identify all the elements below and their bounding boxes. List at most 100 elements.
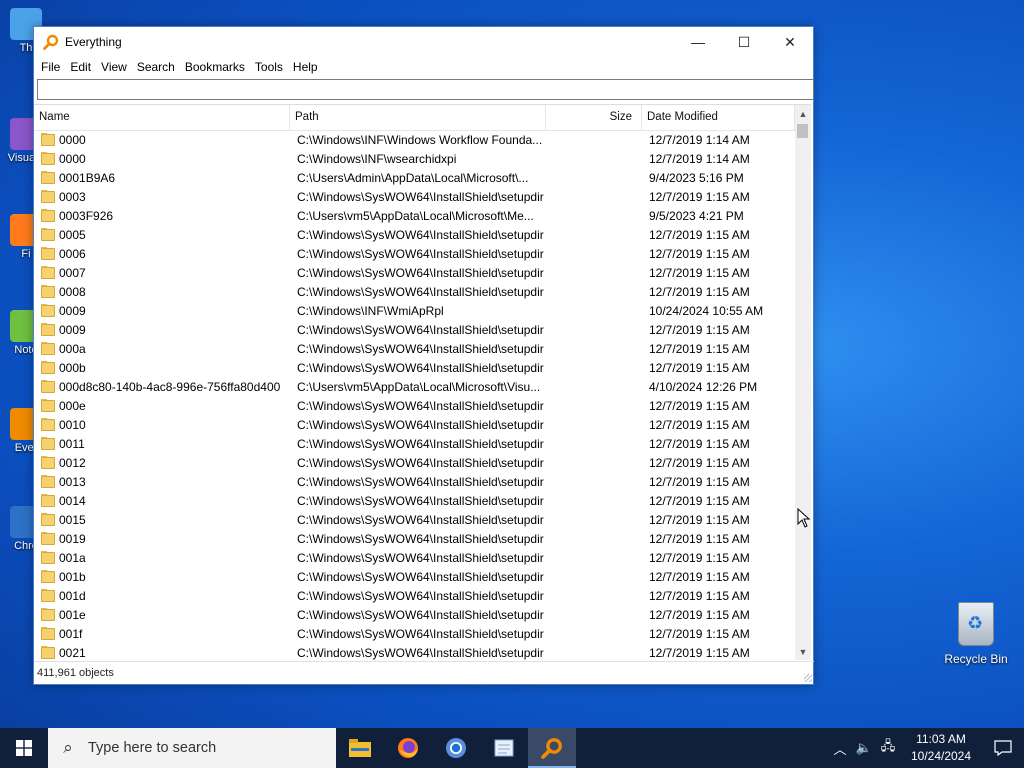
taskbar-firefox[interactable] [384,728,432,768]
object-count: 411,961 objects [37,667,114,679]
close-button[interactable]: ✕ [767,27,813,57]
taskbar-search-box[interactable]: ⌕ Type here to search [48,728,336,768]
file-name: 0009 [59,322,86,337]
cell-date-modified: 12/7/2019 1:15 AM [649,493,750,508]
column-date-modified[interactable]: Date Modified [642,105,795,130]
column-size[interactable]: Size [546,105,642,130]
cell-date-modified: 12/7/2019 1:15 AM [649,360,750,375]
search-input[interactable] [37,79,814,100]
scroll-up-icon[interactable]: ▲ [795,105,811,122]
cell-name: 0000 [34,151,290,166]
network-icon[interactable]: 🖧 [876,737,900,759]
table-row[interactable]: 0010 C:\Windows\SysWOW64\InstallShield\se… [34,415,797,434]
start-button[interactable] [0,728,48,768]
table-row[interactable]: 0003 C:\Windows\SysWOW64\InstallShield\se… [34,187,797,206]
table-row[interactable]: 0021 C:\Windows\SysWOW64\InstallShield\se… [34,643,797,660]
table-row[interactable]: 001b C:\Windows\SysWOW64\InstallShield\se… [34,567,797,586]
system-tray: ︿ 🔈 🖧 11:03 AM 10/24/2024 [828,728,1024,768]
recycle-bin[interactable]: Recycle Bin [940,602,1012,666]
taskbar-chrome[interactable] [432,728,480,768]
cell-name: 0006 [34,246,290,261]
notification-button[interactable] [982,728,1024,768]
cell-date-modified: 12/7/2019 1:15 AM [649,265,750,280]
cell-name: 0015 [34,512,290,527]
taskbar: ⌕ Type here to search ︿ 🔈 🖧 11:03 AM 10/… [0,728,1024,768]
minimize-button[interactable]: — [675,27,721,57]
notification-icon [994,740,1012,756]
table-row[interactable]: 0005 C:\Windows\SysWOW64\InstallShield\se… [34,225,797,244]
column-path[interactable]: Path [290,105,546,130]
table-row[interactable]: 001d C:\Windows\SysWOW64\InstallShield\se… [34,586,797,605]
resize-grip[interactable] [804,674,812,682]
menu-bookmarks[interactable]: Bookmarks [180,60,250,74]
taskbar-notepad[interactable] [480,728,528,768]
table-row[interactable]: 000b C:\Windows\SysWOW64\InstallShield\se… [34,358,797,377]
table-row[interactable]: 0013 C:\Windows\SysWOW64\InstallShield\se… [34,472,797,491]
cell-path: C:\Windows\SysWOW64\InstallShield\setupd… [297,360,544,375]
cell-date-modified: 12/7/2019 1:15 AM [649,607,750,622]
folder-icon [41,474,55,488]
clock[interactable]: 11:03 AM 10/24/2024 [900,731,982,765]
window-title: Everything [65,35,122,49]
table-row[interactable]: 001f C:\Windows\SysWOW64\InstallShield\se… [34,624,797,643]
table-row[interactable]: 0006 C:\Windows\SysWOW64\InstallShield\se… [34,244,797,263]
file-name: 001a [59,550,86,565]
table-row[interactable]: 0000 C:\Windows\INF\wsearchidxpi 12/7/2019… [34,149,797,168]
table-row[interactable]: 001e C:\Windows\SysWOW64\InstallShield\se… [34,605,797,624]
table-row[interactable]: 000e C:\Windows\SysWOW64\InstallShield\se… [34,396,797,415]
mouse-cursor-icon [797,508,811,528]
table-row[interactable]: 0019 C:\Windows\SysWOW64\InstallShield\se… [34,529,797,548]
volume-muted-icon[interactable]: 🔈 [852,740,876,756]
menu-edit[interactable]: Edit [65,60,96,74]
table-row[interactable]: 0007 C:\Windows\SysWOW64\InstallShield\se… [34,263,797,282]
table-row[interactable]: 0000 C:\Windows\INF\Windows Workflow Foun… [34,130,797,149]
folder-icon [41,588,55,602]
file-name: 0005 [59,227,86,242]
table-row[interactable]: 0003F926 C:\Users\vm5\AppData\Local\Micro… [34,206,797,225]
file-name: 0019 [59,531,86,546]
table-row[interactable]: 001a C:\Windows\SysWOW64\InstallShield\se… [34,548,797,567]
file-name: 0008 [59,284,86,299]
menu-bar: File Edit View Search Bookmarks Tools He… [34,57,813,77]
cell-path: C:\Users\Admin\AppData\Local\Microsoft\.… [297,170,529,185]
menu-help[interactable]: Help [288,60,323,74]
folder-icon [41,322,55,336]
scroll-thumb[interactable] [797,124,808,138]
cell-name: 001e [34,607,290,622]
cell-date-modified: 12/7/2019 1:14 AM [649,132,750,147]
vertical-scrollbar[interactable]: ▲ ▼ [795,105,811,660]
cell-date-modified: 12/7/2019 1:15 AM [649,474,750,489]
table-row[interactable]: 0012 C:\Windows\SysWOW64\InstallShield\se… [34,453,797,472]
table-row[interactable]: 000a C:\Windows\SysWOW64\InstallShield\se… [34,339,797,358]
cell-path: C:\Windows\SysWOW64\InstallShield\setupd… [297,436,544,451]
windows-logo-icon [16,740,32,756]
folder-icon [41,189,55,203]
column-name[interactable]: Name [34,105,290,130]
menu-view[interactable]: View [96,60,132,74]
taskbar-everything[interactable] [528,728,576,768]
table-row[interactable]: 0011 C:\Windows\SysWOW64\InstallShield\se… [34,434,797,453]
table-row[interactable]: 0014 C:\Windows\SysWOW64\InstallShield\se… [34,491,797,510]
table-row[interactable]: 0009 C:\Windows\INF\WmiApRpl 10/24/2024 10… [34,301,797,320]
taskbar-file-explorer[interactable] [336,728,384,768]
table-row[interactable]: 0001B9A6 C:\Users\Admin\AppData\Local\Mic… [34,168,797,187]
scroll-down-icon[interactable]: ▼ [795,643,811,660]
cell-path: C:\Users\vm5\AppData\Local\Microsoft\Me.… [297,208,534,223]
maximize-button[interactable]: ☐ [721,27,767,57]
menu-file[interactable]: File [36,60,65,74]
table-row[interactable]: 0015 C:\Windows\SysWOW64\InstallShield\se… [34,510,797,529]
title-bar[interactable]: Everything — ☐ ✕ [34,27,813,57]
table-row[interactable]: 0008 C:\Windows\SysWOW64\InstallShield\se… [34,282,797,301]
menu-search[interactable]: Search [132,60,180,74]
table-row[interactable]: 0009 C:\Windows\SysWOW64\InstallShield\se… [34,320,797,339]
menu-tools[interactable]: Tools [250,60,288,74]
folder-icon [41,208,55,222]
cell-name: 001b [34,569,290,584]
chevron-up-icon[interactable]: ︿ [828,739,852,758]
cell-name: 0012 [34,455,290,470]
cell-path: C:\Windows\SysWOW64\InstallShield\setupd… [297,531,544,546]
cell-date-modified: 9/5/2023 4:21 PM [649,208,744,223]
cell-path: C:\Windows\INF\Windows Workflow Founda..… [297,132,543,147]
table-row[interactable]: 000d8c80-140b-4ac8-996e-756ffa80d400 C:\U… [34,377,797,396]
cell-date-modified: 12/7/2019 1:15 AM [649,341,750,356]
